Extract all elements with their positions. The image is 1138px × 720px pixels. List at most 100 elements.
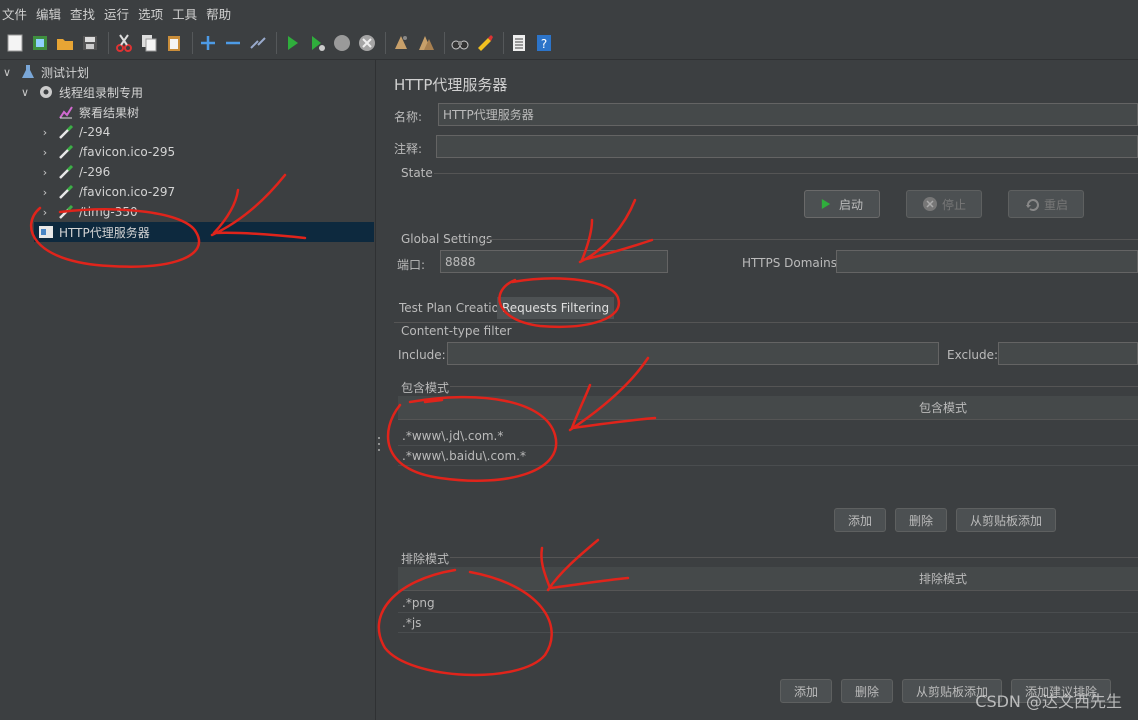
toolbar-separator xyxy=(503,31,504,54)
stop-button[interactable]: 停止 xyxy=(906,190,982,218)
https-domains-field[interactable] xyxy=(836,250,1138,273)
restart-button[interactable]: 重启 xyxy=(1008,190,1084,218)
search-icon[interactable] xyxy=(449,32,471,54)
include-patterns-header[interactable]: 包含模式 xyxy=(398,396,1138,420)
tree-node-label: /-296 xyxy=(79,165,111,179)
start-button[interactable]: 启动 xyxy=(804,190,880,218)
tree-node-test-plan[interactable]: ∨ 测试计划 xyxy=(0,62,89,82)
include-delete-button[interactable]: 删除 xyxy=(895,508,947,532)
exclude-add-button[interactable]: 添加 xyxy=(780,679,832,703)
start-icon[interactable] xyxy=(281,32,303,54)
https-domains-label: HTTPS Domains: xyxy=(742,256,841,270)
expand-toggle[interactable]: ∨ xyxy=(18,86,32,99)
toolbar-separator xyxy=(385,31,386,54)
exclude-patterns-title: 排除模式 xyxy=(401,552,450,566)
expand-toggle[interactable]: › xyxy=(38,166,52,179)
expand-toggle[interactable]: › xyxy=(38,206,52,219)
paste-icon[interactable] xyxy=(163,32,185,54)
pattern-cell: .*www\.baidu\.com.* xyxy=(402,448,526,463)
tree-node-sampler-296[interactable]: › /-296 xyxy=(38,162,110,182)
tree-node-label: 线程组录制专用 xyxy=(59,85,144,100)
tab-underline xyxy=(394,322,1138,323)
tree-node-sampler-350[interactable]: › /timg-350 xyxy=(38,202,138,222)
pattern-cell: .*png xyxy=(402,595,435,610)
proxy-icon xyxy=(38,224,54,240)
tree-node-http-proxy[interactable]: HTTP代理服务器 xyxy=(34,222,374,242)
table-row[interactable]: .*www\.jd\.com.* xyxy=(398,426,1138,446)
content-type-filter-title: Content-type filter xyxy=(401,324,512,338)
exclude-label: Exclude: xyxy=(947,348,999,362)
menu-file[interactable]: 文件 xyxy=(2,4,27,23)
tree-node-label: /timg-350 xyxy=(79,205,138,219)
tree-node-label: 测试计划 xyxy=(41,65,90,80)
toolbar-separator xyxy=(444,31,445,54)
function-helper-icon[interactable] xyxy=(508,32,530,54)
tree-node-view-results-tree[interactable]: 察看结果树 xyxy=(38,102,139,122)
toolbar-separator xyxy=(192,31,193,54)
column-header: 排除模式 xyxy=(918,572,967,586)
exclude-patterns-header[interactable]: 排除模式 xyxy=(398,567,1138,591)
tree-node-sampler-297[interactable]: › /favicon.ico-297 xyxy=(38,182,175,202)
expand-toggle[interactable]: › xyxy=(38,126,52,139)
exclude-delete-button[interactable]: 删除 xyxy=(841,679,893,703)
tree-node-label: /-294 xyxy=(79,125,111,139)
include-patterns-table: 包含模式 .*www\.jd\.com.* .*www\.baidu\.com.… xyxy=(398,396,1138,466)
save-icon[interactable] xyxy=(79,32,101,54)
state-group-title: State xyxy=(401,166,433,180)
table-row[interactable]: .*js xyxy=(398,613,1138,633)
toolbar: ? xyxy=(0,26,1138,60)
shutdown-icon[interactable] xyxy=(356,32,378,54)
port-field[interactable]: 8888 xyxy=(440,250,668,273)
tab-requests-filtering[interactable]: Requests Filtering xyxy=(497,297,615,319)
expand-toggle[interactable]: › xyxy=(38,186,52,199)
comment-field[interactable] xyxy=(436,135,1138,158)
cut-icon[interactable] xyxy=(113,32,135,54)
exclude-field[interactable] xyxy=(998,342,1138,365)
port-label: 端口: xyxy=(397,258,426,272)
include-patterns-title: 包含模式 xyxy=(401,381,450,395)
test-plan-tree: ∨ 测试计划 ∨ 线程组录制专用 察看结果树 › /-294 › /favico… xyxy=(0,60,376,720)
reset-search-icon[interactable] xyxy=(474,32,496,54)
menu-options[interactable]: 选项 xyxy=(138,4,163,23)
tree-node-thread-group[interactable]: ∨ 线程组录制专用 xyxy=(18,82,143,102)
tab-test-plan-creation[interactable]: Test Plan Creation xyxy=(394,297,512,319)
menu-search[interactable]: 查找 xyxy=(70,4,95,23)
expand-icon[interactable] xyxy=(197,32,219,54)
clear-all-icon[interactable] xyxy=(415,32,437,54)
clear-icon[interactable] xyxy=(390,32,412,54)
menu-edit[interactable]: 编辑 xyxy=(36,4,61,23)
name-field[interactable]: HTTP代理服务器 xyxy=(438,103,1138,126)
watermark: CSDN @达文西先生 xyxy=(975,692,1122,711)
copy-icon[interactable] xyxy=(138,32,160,54)
stop-icon xyxy=(922,197,937,211)
chart-icon xyxy=(58,104,74,120)
table-row[interactable]: .*www\.baidu\.com.* xyxy=(398,446,1138,466)
stop-button-label: 停止 xyxy=(941,197,966,212)
include-paste-button[interactable]: 从剪贴板添加 xyxy=(956,508,1056,532)
svg-text:?: ? xyxy=(541,37,547,51)
tree-node-sampler-294[interactable]: › /-294 xyxy=(38,122,110,142)
new-icon[interactable] xyxy=(4,32,26,54)
collapse-icon[interactable] xyxy=(222,32,244,54)
templates-icon[interactable] xyxy=(29,32,51,54)
pipette-icon xyxy=(58,144,74,160)
menu-tools[interactable]: 工具 xyxy=(172,4,197,23)
tree-node-sampler-295[interactable]: › /favicon.ico-295 xyxy=(38,142,175,162)
play-icon xyxy=(821,199,831,209)
menu-help[interactable]: 帮助 xyxy=(206,4,231,23)
expand-toggle[interactable]: ∨ xyxy=(0,66,14,79)
panel-title: HTTP代理服务器 xyxy=(394,76,508,94)
tree-node-label: 察看结果树 xyxy=(79,105,140,120)
expand-toggle[interactable]: › xyxy=(38,146,52,159)
menu-run[interactable]: 运行 xyxy=(104,4,129,23)
start-no-pause-icon[interactable] xyxy=(306,32,328,54)
table-row[interactable]: .*png xyxy=(398,593,1138,613)
stop-icon[interactable] xyxy=(331,32,353,54)
toggle-icon[interactable] xyxy=(247,32,269,54)
open-icon[interactable] xyxy=(54,32,76,54)
help-icon[interactable]: ? xyxy=(533,32,555,54)
global-settings-title: Global Settings xyxy=(401,232,493,246)
splitter-handle[interactable] xyxy=(377,437,381,451)
include-add-button[interactable]: 添加 xyxy=(834,508,886,532)
include-field[interactable] xyxy=(447,342,939,365)
